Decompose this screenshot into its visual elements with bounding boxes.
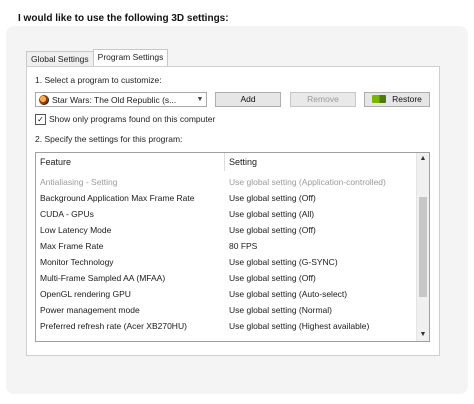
feature-cell: CUDA - GPUs — [40, 209, 94, 219]
setting-cell: Use global setting (Highest available) — [229, 321, 370, 331]
game-icon — [39, 94, 49, 105]
page-heading: I would like to use the following 3D set… — [18, 13, 229, 24]
table-row[interactable]: Low Latency Mode Use global setting (Off… — [36, 223, 417, 238]
nvidia-control-panel-screenshot: I would like to use the following 3D set… — [0, 0, 474, 404]
vertical-scrollbar[interactable]: ▲ ▼ — [416, 153, 429, 341]
tab-global-settings[interactable]: Global Settings — [26, 51, 94, 66]
feature-cell: Background Application Max Frame Rate — [40, 193, 195, 203]
table-row[interactable]: Antialiasing - Setting Use global settin… — [36, 175, 417, 190]
scroll-down-icon[interactable]: ▼ — [417, 329, 429, 341]
feature-cell: Power management mode — [40, 305, 140, 315]
program-settings-panel: 1. Select a program to customize: Star W… — [26, 66, 440, 356]
table-row[interactable]: Power management mode Use global setting… — [36, 303, 417, 318]
chevron-down-icon[interactable]: ▼ — [194, 96, 206, 103]
scrollbar-thumb[interactable] — [419, 197, 427, 297]
tab-bar: Global Settings Program Settings — [26, 49, 169, 66]
setting-cell: Use global setting (Normal) — [229, 305, 332, 315]
table-row[interactable]: Max Frame Rate 80 FPS — [36, 239, 417, 254]
setting-cell: Use global setting (G-SYNC) — [229, 257, 338, 267]
program-select[interactable]: Star Wars: The Old Republic (s... ▼ — [35, 92, 207, 107]
remove-button[interactable]: Remove — [290, 92, 356, 107]
restore-label: Restore — [392, 94, 422, 104]
program-select-value: Star Wars: The Old Republic (s... — [52, 94, 177, 105]
feature-cell: Antialiasing - Setting — [40, 177, 118, 187]
restore-button[interactable]: Restore — [364, 92, 430, 107]
column-header-feature[interactable]: Feature — [40, 157, 226, 167]
table-row[interactable]: OpenGL rendering GPU Use global setting … — [36, 287, 417, 302]
setting-cell: Use global setting (All) — [229, 209, 315, 219]
step1-label: 1. Select a program to customize: — [35, 75, 162, 85]
table-row[interactable]: Preferred refresh rate (Acer XB270HU) Us… — [36, 319, 417, 334]
nvidia-logo-icon — [372, 95, 387, 103]
column-divider — [224, 153, 225, 171]
step2-label: 2. Specify the settings for this program… — [35, 134, 183, 144]
show-only-checkbox[interactable]: ✓ — [35, 114, 46, 125]
setting-cell: Use global setting (Auto-select) — [229, 289, 348, 299]
table-row[interactable]: Monitor Technology Use global setting (G… — [36, 255, 417, 270]
column-header-setting[interactable]: Setting — [229, 157, 415, 167]
table-row[interactable]: CUDA - GPUs Use global setting (All) — [36, 207, 417, 222]
feature-cell: Max Frame Rate — [40, 241, 104, 251]
settings-list: Feature Setting Antialiasing - Setting U… — [35, 152, 430, 342]
setting-cell: 80 FPS — [229, 241, 258, 251]
feature-cell: Multi-Frame Sampled AA (MFAA) — [40, 273, 166, 283]
feature-cell: Low Latency Mode — [40, 225, 112, 235]
setting-cell: Use global setting (Off) — [229, 225, 316, 235]
table-row[interactable]: Multi-Frame Sampled AA (MFAA) Use global… — [36, 271, 417, 286]
table-row[interactable]: Background Application Max Frame Rate Us… — [36, 191, 417, 206]
tab-program-settings[interactable]: Program Settings — [92, 49, 169, 66]
setting-cell: Use global setting (Off) — [229, 193, 316, 203]
feature-cell: Preferred refresh rate (Acer XB270HU) — [40, 321, 187, 331]
add-button[interactable]: Add — [215, 92, 281, 107]
setting-cell: Use global setting (Application-controll… — [229, 177, 386, 187]
list-header: Feature Setting — [36, 153, 417, 171]
scroll-up-icon[interactable]: ▲ — [417, 153, 429, 165]
feature-cell: OpenGL rendering GPU — [40, 289, 131, 299]
show-only-label: Show only programs found on this compute… — [49, 114, 216, 124]
setting-cell: Use global setting (Off) — [229, 273, 316, 283]
feature-cell: Monitor Technology — [40, 257, 114, 267]
